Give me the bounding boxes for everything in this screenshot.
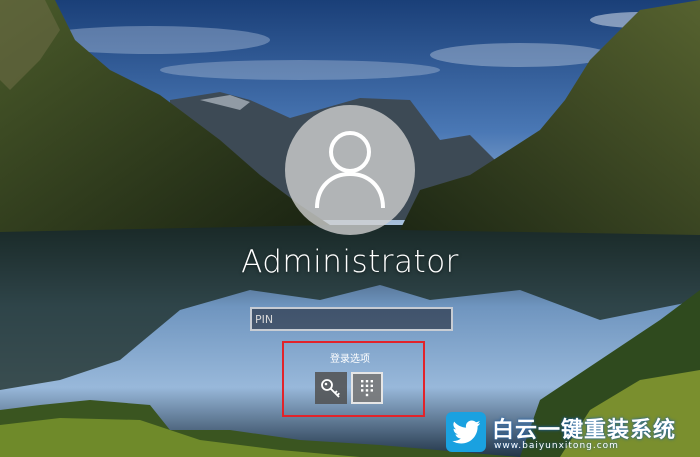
key-icon [321, 379, 340, 398]
pin-input[interactable] [250, 307, 453, 331]
watermark-brand: 白云一键重装系统 [492, 418, 677, 443]
user-icon [315, 131, 385, 209]
watermark: 白云一键重装系统 www.baiyunxitong.com [442, 410, 700, 457]
username-label: Administrator [241, 244, 459, 280]
twitter-bird-icon [446, 412, 486, 452]
security-key-option-button[interactable] [315, 372, 347, 404]
sign-in-options-label: 登录选项 [330, 354, 370, 365]
watermark-url: www.baiyunxitong.com [494, 441, 619, 451]
pin-option-button[interactable] [351, 372, 383, 404]
keypad-icon [361, 380, 373, 397]
user-avatar [285, 105, 415, 235]
